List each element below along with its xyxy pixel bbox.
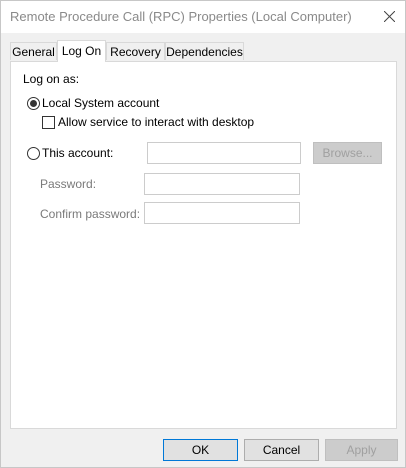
tab-log-on-label: Log On [61, 44, 102, 58]
tab-general[interactable]: General [10, 42, 57, 60]
tab-recovery[interactable]: Recovery [106, 42, 165, 60]
ok-button[interactable]: OK [163, 439, 238, 461]
confirm-password-input[interactable] [144, 202, 300, 224]
interact-desktop-checkbox[interactable] [42, 116, 55, 129]
browse-button[interactable]: Browse... [313, 142, 382, 164]
this-account-radio[interactable] [27, 147, 40, 160]
ok-button-label: OK [191, 443, 210, 457]
browse-button-label: Browse... [322, 146, 373, 160]
this-account-label[interactable]: This account: [42, 146, 113, 160]
close-button[interactable] [375, 1, 405, 33]
interact-desktop-label[interactable]: Allow service to interact with desktop [58, 115, 254, 129]
tab-bar: General Log On Recovery Dependencies [1, 40, 405, 62]
window-title: Remote Procedure Call (RPC) Properties (… [10, 9, 352, 24]
password-label: Password: [40, 177, 97, 191]
cancel-button[interactable]: Cancel [244, 439, 319, 461]
confirm-password-label: Confirm password: [40, 207, 141, 221]
radio-selected-dot [30, 100, 37, 107]
log-on-panel: Log on as: Local System account Allow se… [10, 61, 397, 429]
tab-recovery-label: Recovery [110, 45, 161, 59]
local-system-radio[interactable] [27, 97, 40, 110]
log-on-as-heading: Log on as: [23, 72, 80, 86]
cancel-button-label: Cancel [262, 443, 301, 457]
tab-dependencies-label: Dependencies [166, 45, 243, 59]
tab-log-on[interactable]: Log On [57, 40, 106, 62]
properties-dialog: Remote Procedure Call (RPC) Properties (… [0, 0, 406, 468]
apply-button-label: Apply [346, 443, 377, 457]
tab-general-label: General [12, 45, 55, 59]
close-icon [384, 11, 395, 22]
password-input[interactable] [144, 173, 300, 195]
account-input[interactable] [147, 142, 301, 164]
apply-button[interactable]: Apply [325, 439, 398, 461]
local-system-label[interactable]: Local System account [42, 96, 159, 110]
title-bar: Remote Procedure Call (RPC) Properties (… [1, 1, 405, 33]
tab-dependencies[interactable]: Dependencies [165, 42, 244, 60]
